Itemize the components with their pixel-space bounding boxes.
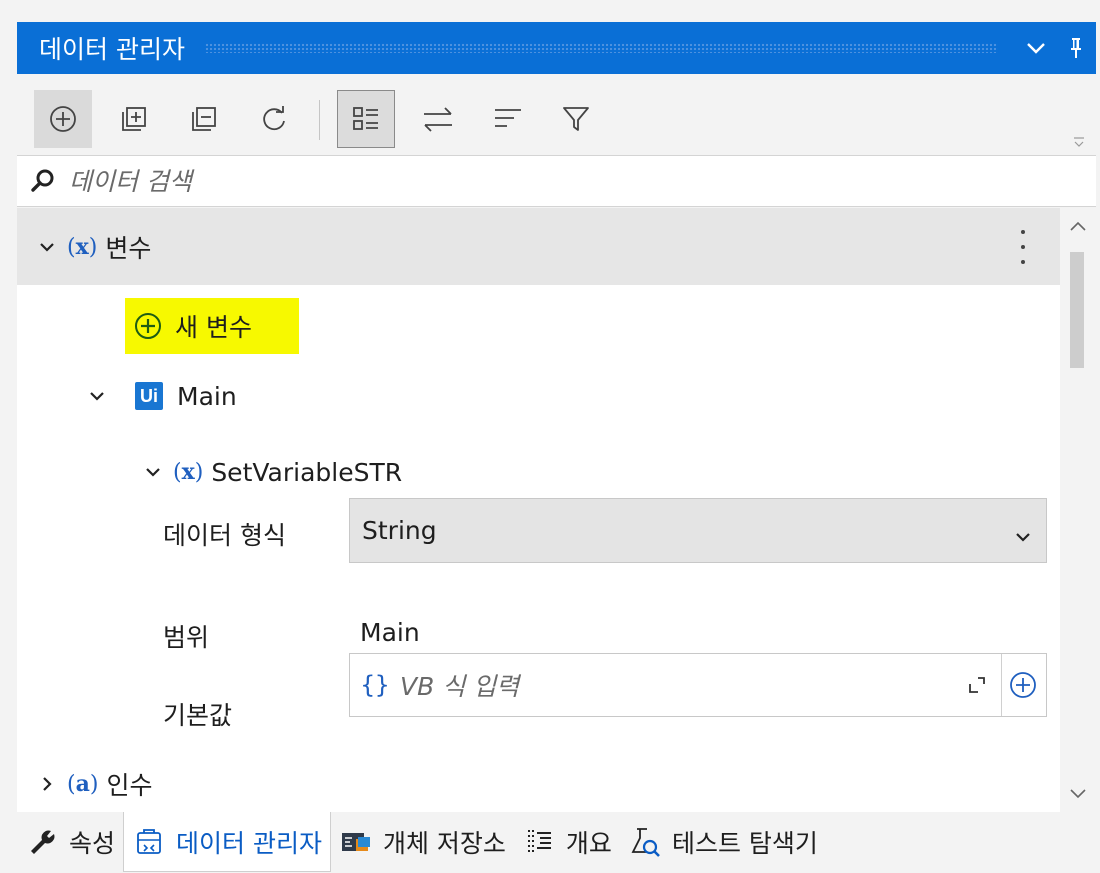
toolbar-separator: [319, 100, 320, 140]
data-type-select[interactable]: String: [349, 498, 1047, 563]
add-circle-icon[interactable]: [1008, 670, 1038, 704]
expand-editor-icon[interactable]: [966, 674, 988, 696]
expand-all-button[interactable]: [105, 90, 163, 148]
data-manager-panel: 데이터 관리자 데이터 검색 (x) 변수 새 변수 Ui Main (x) S…: [14, 18, 1098, 873]
variables-section-header[interactable]: (x) 변수: [17, 208, 1060, 285]
refresh-icon: [263, 106, 285, 131]
tree-scrollbar[interactable]: [1060, 208, 1096, 812]
refresh-button[interactable]: [245, 90, 303, 148]
argument-badge-icon: (a): [67, 771, 99, 797]
chevron-down-icon[interactable]: [1068, 786, 1088, 806]
add-circle-icon: [135, 313, 161, 339]
sort-icon: [495, 109, 521, 127]
workflow-label: Main: [177, 381, 237, 411]
workflow-node[interactable]: Ui Main: [17, 368, 1060, 424]
tab-label: 데이터 관리자: [176, 828, 322, 858]
new-variable-button[interactable]: 새 변수: [125, 298, 299, 354]
wrench-icon: [25, 825, 59, 859]
panel-title: 데이터 관리자: [39, 35, 185, 64]
collapse-all-icon: [192, 107, 216, 131]
chevron-down-icon[interactable]: [35, 235, 59, 259]
list-view-button[interactable]: [337, 90, 395, 148]
variable-badge-icon: (x): [173, 459, 204, 485]
tab-label: 개체 저장소: [382, 829, 506, 858]
data-manager-icon: [132, 825, 166, 859]
tab-outline[interactable]: 개요: [514, 812, 620, 872]
default-value-input[interactable]: {} VB 식 입력: [349, 653, 1047, 717]
scope-label: 범위: [163, 623, 210, 652]
tab-label: 속성: [69, 829, 116, 858]
tab-label: 개요: [565, 829, 612, 858]
variable-badge-icon: (x): [67, 233, 98, 260]
titlebar-grip[interactable]: [204, 43, 998, 53]
sort-button[interactable]: [479, 90, 537, 148]
chevron-right-icon[interactable]: [35, 772, 59, 796]
add-icon: [50, 106, 76, 132]
filter-button[interactable]: [547, 90, 605, 148]
collapse-all-button[interactable]: [175, 90, 233, 148]
scope-value: Main: [360, 618, 420, 647]
new-variable-label: 새 변수: [175, 313, 252, 342]
search-input[interactable]: [69, 166, 969, 196]
tab-data-manager[interactable]: 데이터 관리자: [123, 812, 331, 872]
arguments-label: 인수: [106, 771, 153, 800]
test-explorer-icon: [628, 825, 662, 859]
add-button[interactable]: [34, 90, 92, 148]
object-repository-icon: [339, 825, 373, 859]
tab-properties[interactable]: 속성: [17, 812, 123, 872]
bottom-tab-bar: 속성 데이터 관리자 개체 저장소 개요 테스트 탐색기: [17, 812, 1096, 872]
tab-object-repository[interactable]: 개체 저장소: [331, 812, 514, 872]
list-view-icon: [353, 107, 378, 130]
tab-label: 테스트 탐색기: [671, 829, 818, 858]
default-value-label: 기본값: [163, 701, 233, 730]
data-type-value: String: [362, 516, 437, 545]
toolbar: [17, 82, 1096, 162]
panel-titlebar: 데이터 관리자: [17, 22, 1096, 74]
chevron-down-icon: [1014, 521, 1032, 550]
arguments-section-header[interactable]: (a) 인수: [17, 756, 1060, 812]
variable-node[interactable]: (x) SetVariableSTR: [17, 444, 1060, 500]
filter-icon: [563, 107, 589, 131]
variable-name: SetVariableSTR: [211, 457, 403, 487]
workflow-icon: Ui: [135, 382, 163, 410]
chevron-down-icon[interactable]: [1016, 22, 1056, 74]
scrollbar-thumb[interactable]: [1070, 252, 1084, 368]
more-options-icon[interactable]: [1020, 230, 1026, 264]
toolbar-overflow-icon[interactable]: [1072, 134, 1086, 150]
variables-label: 변수: [105, 233, 152, 263]
tab-test-explorer[interactable]: 테스트 탐색기: [620, 812, 826, 872]
pin-icon[interactable]: [1056, 22, 1096, 74]
search-icon: [17, 155, 69, 207]
chevron-down-icon[interactable]: [85, 384, 109, 408]
swap-icon: [424, 107, 452, 132]
data-type-label: 데이터 형식: [163, 521, 286, 550]
input-divider: [1001, 654, 1002, 716]
expand-all-icon: [122, 107, 146, 131]
search-bar: [17, 155, 1096, 207]
variables-tree: (x) 변수 새 변수 Ui Main (x) SetVariableSTR 데…: [17, 208, 1060, 812]
chevron-down-icon[interactable]: [141, 460, 165, 484]
expression-icon: {}: [360, 671, 390, 699]
outline-icon: [522, 825, 556, 859]
swap-button[interactable]: [409, 90, 467, 148]
default-value-placeholder: VB 식 입력: [400, 672, 520, 701]
chevron-up-icon[interactable]: [1068, 218, 1088, 238]
